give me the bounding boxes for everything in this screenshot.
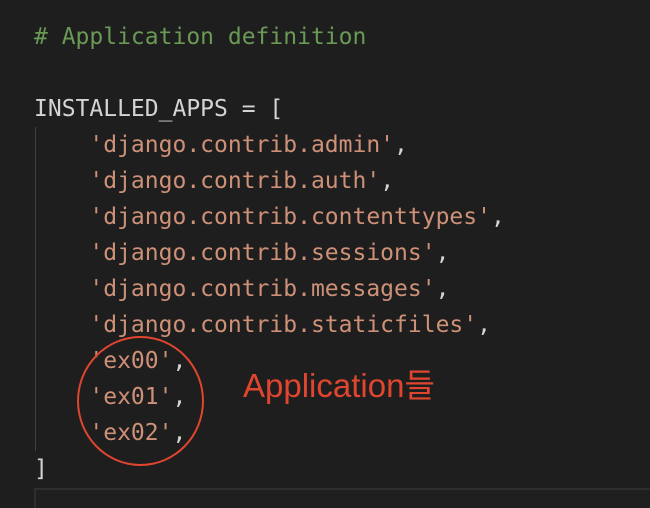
separator: , [435, 240, 450, 266]
separator: , [380, 168, 395, 194]
code-editor[interactable]: # Application definition INSTALLED_APPS … [0, 0, 650, 508]
string-literal: 'django.contrib.staticfiles' [89, 312, 478, 338]
code-line-item: 'django.contrib.staticfiles', [34, 307, 491, 343]
code-line-item: 'django.contrib.admin', [34, 127, 408, 163]
separator: , [435, 276, 450, 302]
separator: , [477, 312, 491, 338]
annotation-circle [77, 336, 204, 466]
annotation-label: Application들 [243, 367, 435, 404]
code-line-item: 'django.contrib.contenttypes', [34, 199, 505, 235]
code-line-item: 'django.contrib.auth', [34, 163, 394, 199]
code-closing-bracket: ] [34, 456, 48, 482]
string-literal: 'django.contrib.sessions' [89, 240, 436, 266]
string-literal: 'django.contrib.messages' [89, 276, 436, 302]
code-comment: # Application definition [34, 24, 367, 50]
current-line-highlight [34, 488, 650, 508]
code-declaration: INSTALLED_APPS = [ [34, 96, 284, 122]
code-line-item: 'django.contrib.messages', [34, 271, 449, 307]
string-literal: 'django.contrib.contenttypes' [89, 204, 491, 230]
string-literal: 'django.contrib.admin' [89, 132, 395, 158]
separator: , [394, 132, 408, 158]
code-line-item: 'django.contrib.sessions', [34, 235, 449, 271]
separator: , [490, 204, 505, 230]
string-literal: 'django.contrib.auth' [89, 168, 381, 194]
